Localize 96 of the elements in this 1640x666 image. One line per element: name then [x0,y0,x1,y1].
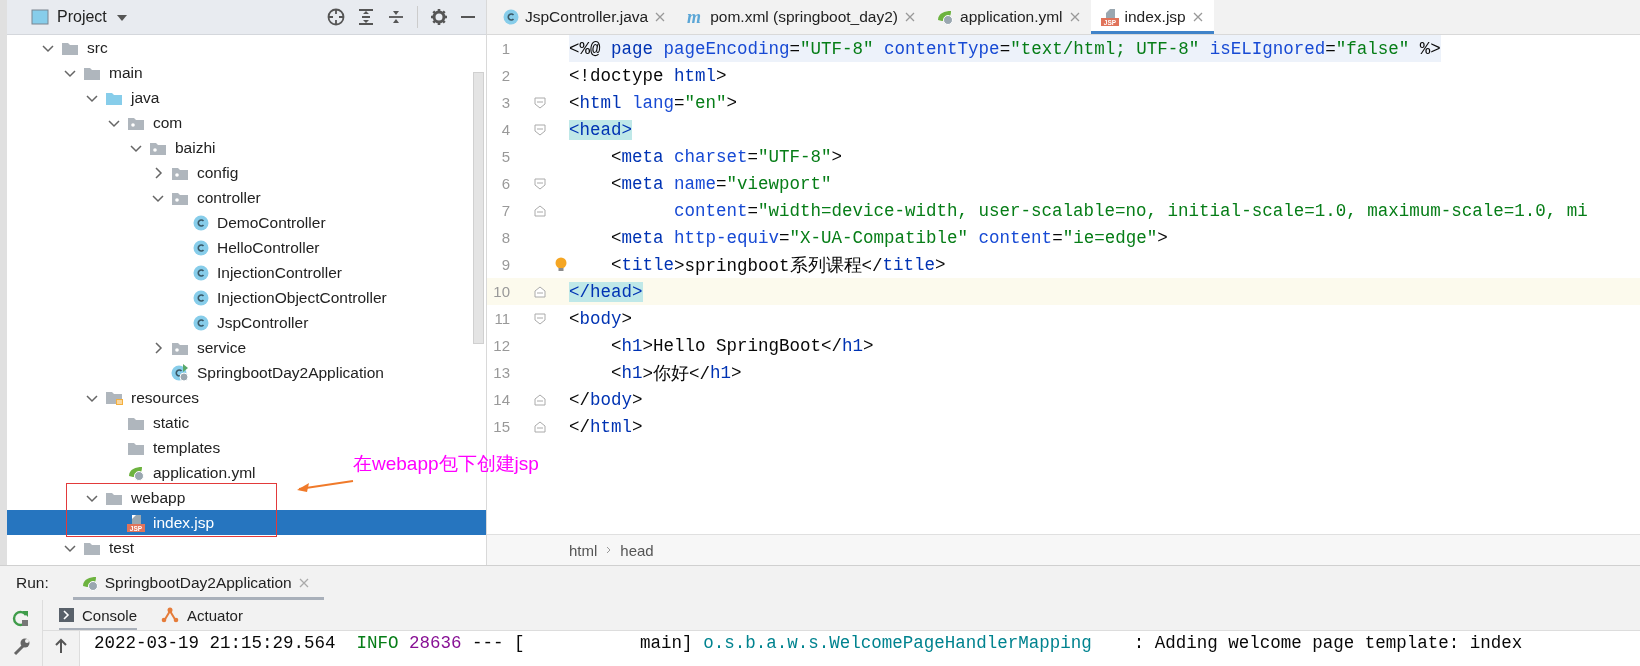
tree-item[interactable]: application.yml [107,460,258,485]
annotation-arrow [297,480,355,494]
line-number: 15 [492,418,510,435]
class-icon [193,314,209,331]
line-number: 7 [500,202,510,219]
run-config-tab[interactable]: SpringbootDay2Application [72,566,324,600]
breadcrumb[interactable]: head [620,541,654,559]
fold-marker-icon[interactable] [534,312,546,325]
lightbulb-icon[interactable] [554,257,568,272]
line-number: 4 [500,121,510,138]
chevron-right-icon [605,545,613,555]
code-line: <body> [569,307,633,331]
line-number: 13 [492,364,510,381]
fold-marker-icon[interactable] [534,177,546,190]
close-icon[interactable] [1068,11,1081,23]
editor-tab[interactable]: JspController.java [493,0,677,34]
scrollbar[interactable] [473,72,484,344]
line-number: 8 [500,229,510,246]
fold-marker-icon[interactable] [534,204,546,217]
tree-item[interactable]: main [63,60,145,85]
line-number: 10 [492,283,510,300]
line-number: 2 [500,67,510,84]
tree-item[interactable]: static [107,410,192,435]
close-icon[interactable] [1191,11,1204,23]
code-line: <meta http-equiv="X-UA-Compatible" content="ie=edge"> [610,226,1168,250]
rerun-icon[interactable] [12,610,30,628]
tree-item[interactable]: webapp [85,485,188,510]
spring-app-icon [171,363,189,382]
line-number: 5 [500,148,510,165]
close-icon[interactable] [904,11,916,23]
fold-marker-icon[interactable] [534,96,546,109]
run-label: Run: [16,574,49,592]
actuator-icon [161,606,180,624]
code-line: content="width=device-width, user-scalable=no, initial-scale=1.0, maximum-scale=1.0, mi [673,199,1588,223]
settings-icon[interactable] [430,8,448,26]
fold-marker-icon[interactable] [534,285,546,298]
class-icon [193,214,209,231]
fold-marker-icon[interactable] [534,123,546,136]
code-line: <h1>你好</h1> [610,361,742,386]
spring-leaf-icon [936,8,954,26]
code-line: <h1>Hello SpringBoot</h1> [610,334,874,358]
editor-tab[interactable]: application.yml [926,0,1091,34]
line-number: 11 [493,310,510,327]
line-number: 1 [500,40,510,57]
line-number: 12 [492,337,510,354]
line-number: 6 [500,175,510,192]
line-number: 9 [500,256,510,273]
project-view-icon [31,8,49,26]
maven-icon: m [686,8,705,26]
locate-icon[interactable] [327,8,345,26]
tree-item[interactable]: com [107,110,185,135]
tree-item[interactable]: HelloController [173,235,322,260]
fold-marker-icon[interactable] [534,420,546,433]
scroll-up-icon[interactable] [53,637,69,655]
tree-item[interactable]: src [41,35,110,60]
code-line: <meta charset="UTF-8"> [610,145,843,169]
tree-item[interactable]: templates [107,435,223,460]
resources-folder-icon [105,389,123,406]
tree-item[interactable]: SpringbootDay2Application [151,360,386,385]
line-number: 14 [492,391,510,408]
code-line: </body> [569,388,643,412]
code-line: <!doctype html> [569,64,727,88]
code-line: <meta name="viewport" [610,172,832,196]
breadcrumb[interactable]: html [569,541,598,559]
tree-item[interactable]: baizhi [129,135,218,160]
tool-tab[interactable]: Console [59,600,138,630]
tree-item[interactable]: controller [151,185,263,210]
class-icon [193,239,209,256]
panel-title[interactable]: Project [57,8,107,26]
line-number: 3 [500,94,510,111]
code-line: </html> [569,415,643,439]
collapse-all-icon[interactable] [387,8,405,26]
tree-item[interactable]: test [63,535,136,560]
tree-item[interactable]: DemoController [173,210,328,235]
class-icon [193,289,209,306]
console-icon [59,607,74,623]
expand-all-icon[interactable] [357,8,375,26]
tree-item[interactable]: InjectionController [173,260,344,285]
tree-item[interactable]: resources [85,385,202,410]
code-line: <title>springboot系列课程</title> [610,253,946,278]
log-line: 2022-03-19 21:15:29.564 INFO 28636 --- [ main] o.s.b.a.w.s.WelcomePageHandlerMapping : Adding welcome page template: index [93,632,1523,655]
tool-tab[interactable]: Actuator [161,600,243,630]
code-line: <html lang="en"> [569,91,738,115]
tree-item[interactable]: java [85,85,162,110]
wrench-icon[interactable] [12,638,30,656]
class-icon [193,264,209,281]
tree-item[interactable]: service [151,335,249,360]
close-icon[interactable] [654,11,667,23]
spring-leaf-icon [80,574,99,592]
editor-tab[interactable]: m pom.xml (springboot_day2) [676,0,926,34]
tree-item[interactable]: InjectionObjectController [173,285,389,310]
fold-marker-icon[interactable] [534,393,546,406]
class-icon [503,9,519,25]
tree-item[interactable]: JspController [173,310,311,335]
tree-item[interactable]: config [151,160,241,185]
annotation-text: 在webapp包下创建jsp [353,452,539,476]
